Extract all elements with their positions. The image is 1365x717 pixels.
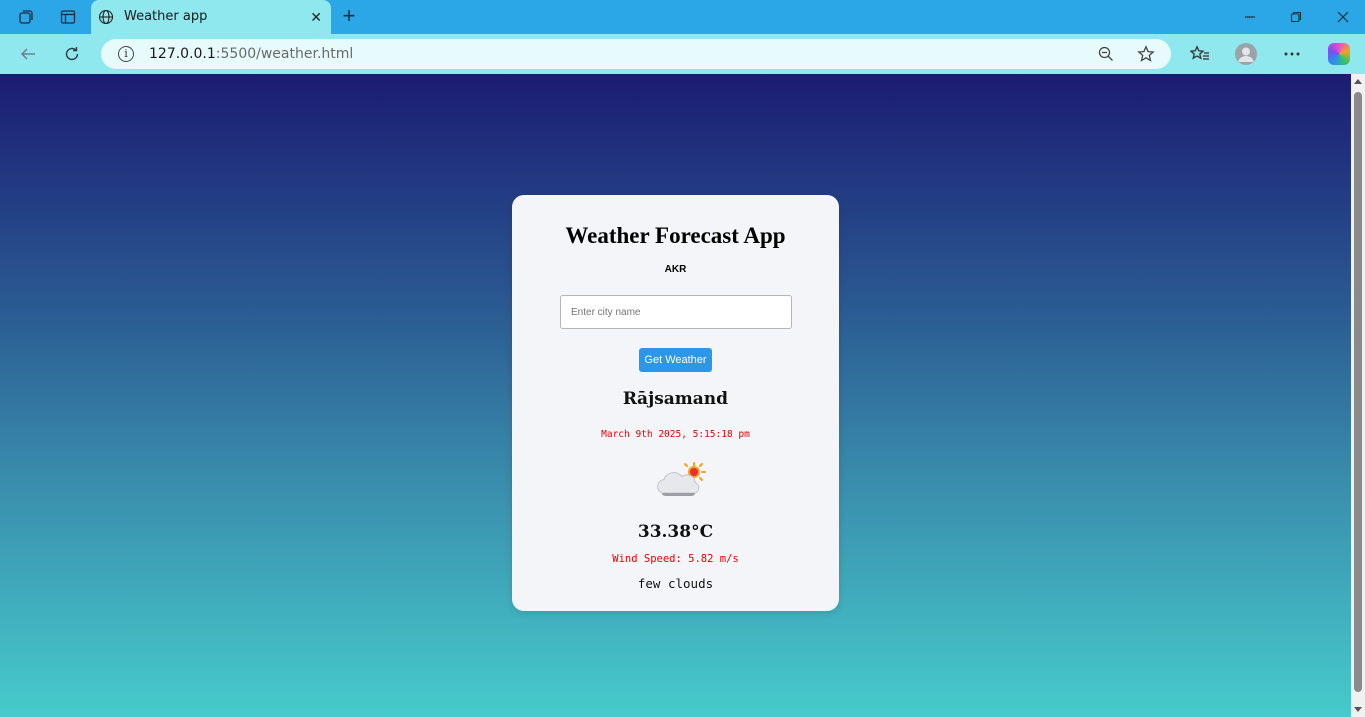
wind-speed: Wind Speed: 5.82 m/s <box>612 553 739 565</box>
app-subtitle: AKR <box>664 264 687 275</box>
refresh-icon[interactable] <box>61 43 83 65</box>
zoom-out-icon[interactable] <box>1097 45 1115 63</box>
url-text: 127.0.0.1:5500/weather.html <box>149 46 353 62</box>
copilot-icon[interactable] <box>1328 43 1350 65</box>
sun-behind-cloud-icon <box>652 461 708 499</box>
address-bar[interactable]: i 127.0.0.1:5500/weather.html <box>101 39 1171 69</box>
scroll-up-icon[interactable] <box>1354 79 1362 84</box>
page-scrollbar[interactable] <box>1351 74 1365 717</box>
back-icon[interactable] <box>17 43 39 65</box>
url-path: :5500/weather.html <box>215 46 354 62</box>
restore-icon[interactable] <box>1287 8 1305 26</box>
tab-title: Weather app <box>124 9 208 24</box>
tab-weather-app[interactable]: Weather app ✕ <box>91 0 331 34</box>
browser-tab-strip: Weather app ✕ + <box>0 0 1365 34</box>
temperature: 33.38°C <box>637 522 714 542</box>
favorite-star-icon[interactable] <box>1137 45 1155 63</box>
url-host: 127.0.0.1 <box>149 46 216 62</box>
new-tab-icon[interactable]: + <box>338 5 360 28</box>
more-icon[interactable] <box>1281 43 1303 65</box>
info-icon[interactable]: i <box>118 46 134 62</box>
app-title: Weather Forecast App <box>565 223 786 248</box>
city-name: Rājsamand <box>622 389 729 409</box>
browser-toolbar: i 127.0.0.1:5500/weather.html <box>0 34 1365 74</box>
workspaces-icon[interactable] <box>16 7 36 27</box>
weather-description: few clouds <box>637 576 714 591</box>
weather-card: Weather Forecast App AKR Get Weather Rāj… <box>512 195 839 611</box>
page-background: Weather Forecast App AKR Get Weather Rāj… <box>0 74 1351 717</box>
close-icon[interactable]: ✕ <box>310 9 322 25</box>
city-input[interactable] <box>560 295 792 329</box>
favorites-icon[interactable] <box>1189 43 1211 65</box>
window-close-icon[interactable] <box>1334 8 1352 26</box>
date-time: March 9th 2025, 5:15:18 pm <box>601 429 750 440</box>
scroll-down-icon[interactable] <box>1354 707 1362 712</box>
globe-icon <box>98 9 114 30</box>
profile-icon[interactable] <box>1235 43 1257 65</box>
tab-actions-icon[interactable] <box>58 7 78 27</box>
scroll-thumb[interactable] <box>1354 92 1362 692</box>
get-weather-button[interactable]: Get Weather <box>639 348 712 372</box>
minimize-icon[interactable] <box>1241 8 1259 26</box>
